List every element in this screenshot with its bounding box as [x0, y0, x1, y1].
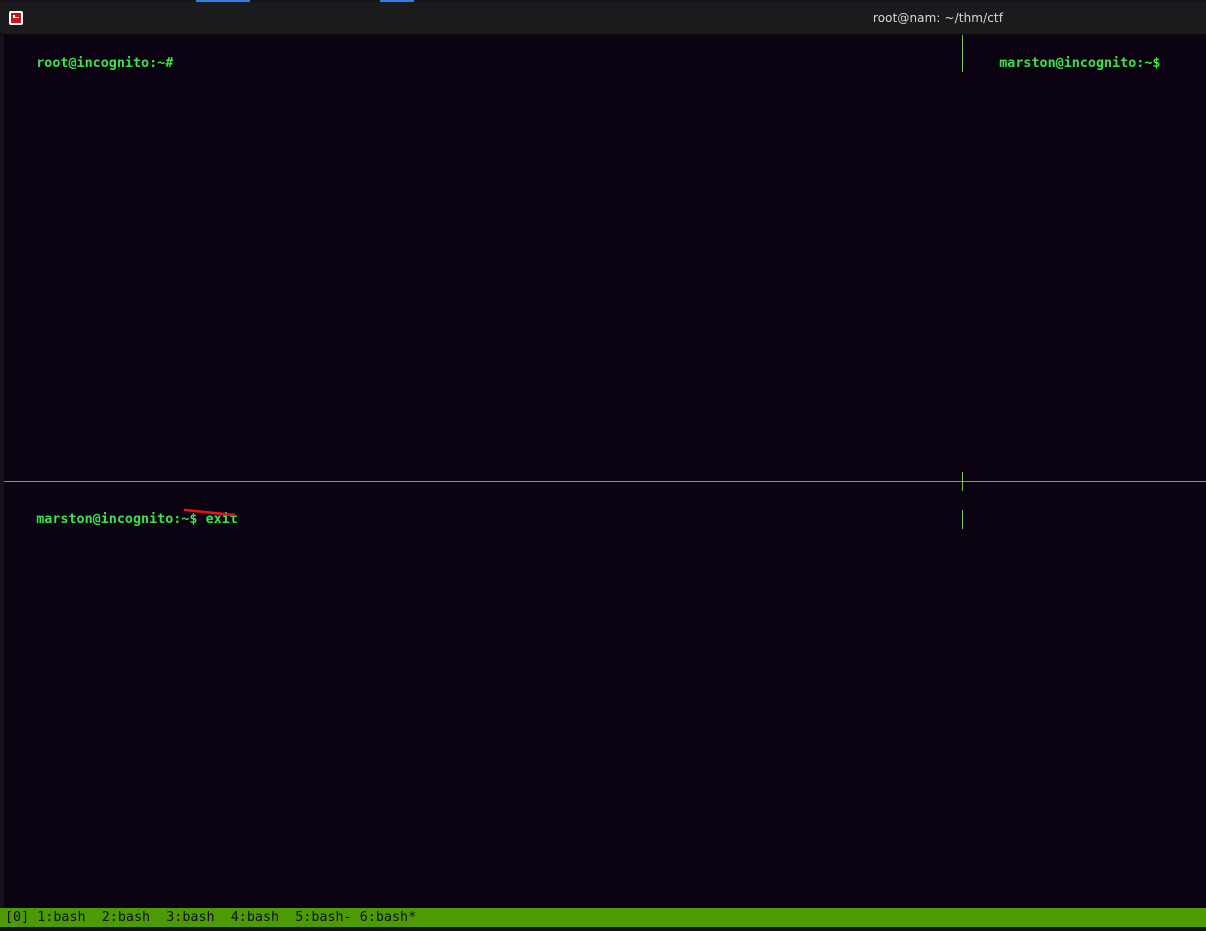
pane-bottom[interactable]: marston@incognito:~$ exit — [4, 493, 238, 547]
terminal-area[interactable] — [4, 35, 1206, 908]
window-tab-1[interactable]: 1:bash — [37, 910, 85, 925]
session-index: [0] — [5, 910, 30, 925]
pane-divider-horizontal[interactable] — [4, 481, 1206, 482]
pane-top-right[interactable]: marston@incognito:~$ — [967, 37, 1161, 91]
terminal-window: root@nam: ~/thm/ctf root@incognito:~# ma… — [0, 0, 1206, 931]
window-tab-6-active[interactable]: 6:bash* — [360, 910, 416, 925]
terminal-emulator-icon[interactable] — [9, 11, 23, 25]
prompt-marston-top: marston@incognito:~$ — [999, 56, 1161, 71]
status-text: [0] 1:bash 2:bash 3:bash 4:bash 5:bash- … — [5, 909, 416, 927]
pane-divider-vertical-mid[interactable] — [962, 472, 963, 491]
red-underline-annotation — [184, 508, 236, 517]
window-tab-5[interactable]: 5:bash- — [295, 910, 351, 925]
pane-divider-vertical-low[interactable] — [962, 510, 963, 529]
pane-top-left[interactable]: root@incognito:~# — [4, 37, 173, 91]
window-tab-4[interactable]: 4:bash — [231, 910, 279, 925]
window-title: root@nam: ~/thm/ctf — [872, 11, 1004, 25]
title-bar[interactable]: root@nam: ~/thm/ctf — [0, 2, 1206, 35]
prompt-root: root@incognito:~# — [36, 56, 174, 71]
prompt-marston-bottom: marston@incognito:~$ — [36, 512, 198, 527]
window-tab-3[interactable]: 3:bash — [166, 910, 214, 925]
window-tab-2[interactable]: 2:bash — [102, 910, 150, 925]
tmux-status-bar: [0] 1:bash 2:bash 3:bash 4:bash 5:bash- … — [0, 908, 1206, 927]
window-bottom-edge — [0, 927, 1206, 931]
pane-divider-vertical-top[interactable] — [962, 35, 963, 72]
